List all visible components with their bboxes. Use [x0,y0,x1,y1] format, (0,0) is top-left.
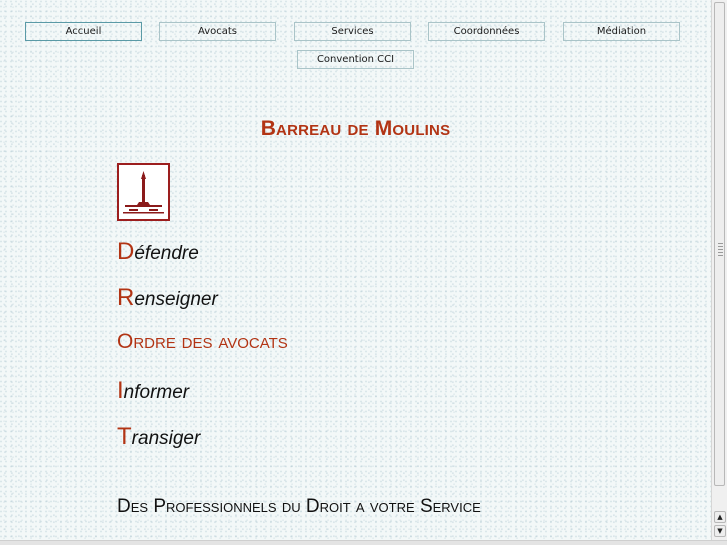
page-title: Barreau de Moulins [260,117,451,140]
acrostic-cap-r: R [117,284,135,311]
chevron-down-icon: ▼ [717,526,723,535]
acrostic-cap-t: T [117,423,132,450]
acrostic-transiger: Transiger [117,423,200,451]
acrostic-renseigner: Renseigner [117,284,218,312]
chevron-up-icon: ▲ [717,512,723,521]
acrostic-cap-i: I [117,377,124,404]
nav-coordonnees-button[interactable]: Coordonnées [428,22,545,41]
acrostic-rest-r: enseigner [134,289,218,310]
vertical-scrollbar[interactable]: ▲ ▼ [711,0,727,540]
nav-services-button[interactable]: Services [294,22,411,41]
acrostic-rest-t: ransiger [131,428,201,449]
scales-of-justice-icon [119,165,168,219]
nav-mediation-button[interactable]: Médiation [563,22,680,41]
tagline: Des Professionnels du Droit a votre Serv… [117,496,481,517]
scroll-down-button[interactable]: ▼ [714,525,726,537]
acrostic-informer: Informer [117,377,189,405]
scroll-up-button[interactable]: ▲ [714,511,726,523]
horizontal-scrollbar[interactable] [0,540,727,545]
nav-accueil-button[interactable]: Accueil [25,22,142,41]
acrostic-ordre-des-avocats: Ordre des avocats [117,330,288,353]
scrollbar-grip-icon [718,243,723,257]
acrostic-defendre: Défendre [117,238,199,266]
scrollbar-thumb[interactable] [714,2,725,486]
page-viewport: Accueil Avocats Services Coordonnées Méd… [0,0,711,540]
acrostic-cap-d: D [117,238,135,265]
nav-convention-cci-button[interactable]: Convention CCI [297,50,414,69]
nav-avocats-button[interactable]: Avocats [159,22,276,41]
acrostic-rest-i: nformer [123,382,190,403]
acrostic-rest-d: éfendre [134,243,199,264]
logo [117,163,170,221]
